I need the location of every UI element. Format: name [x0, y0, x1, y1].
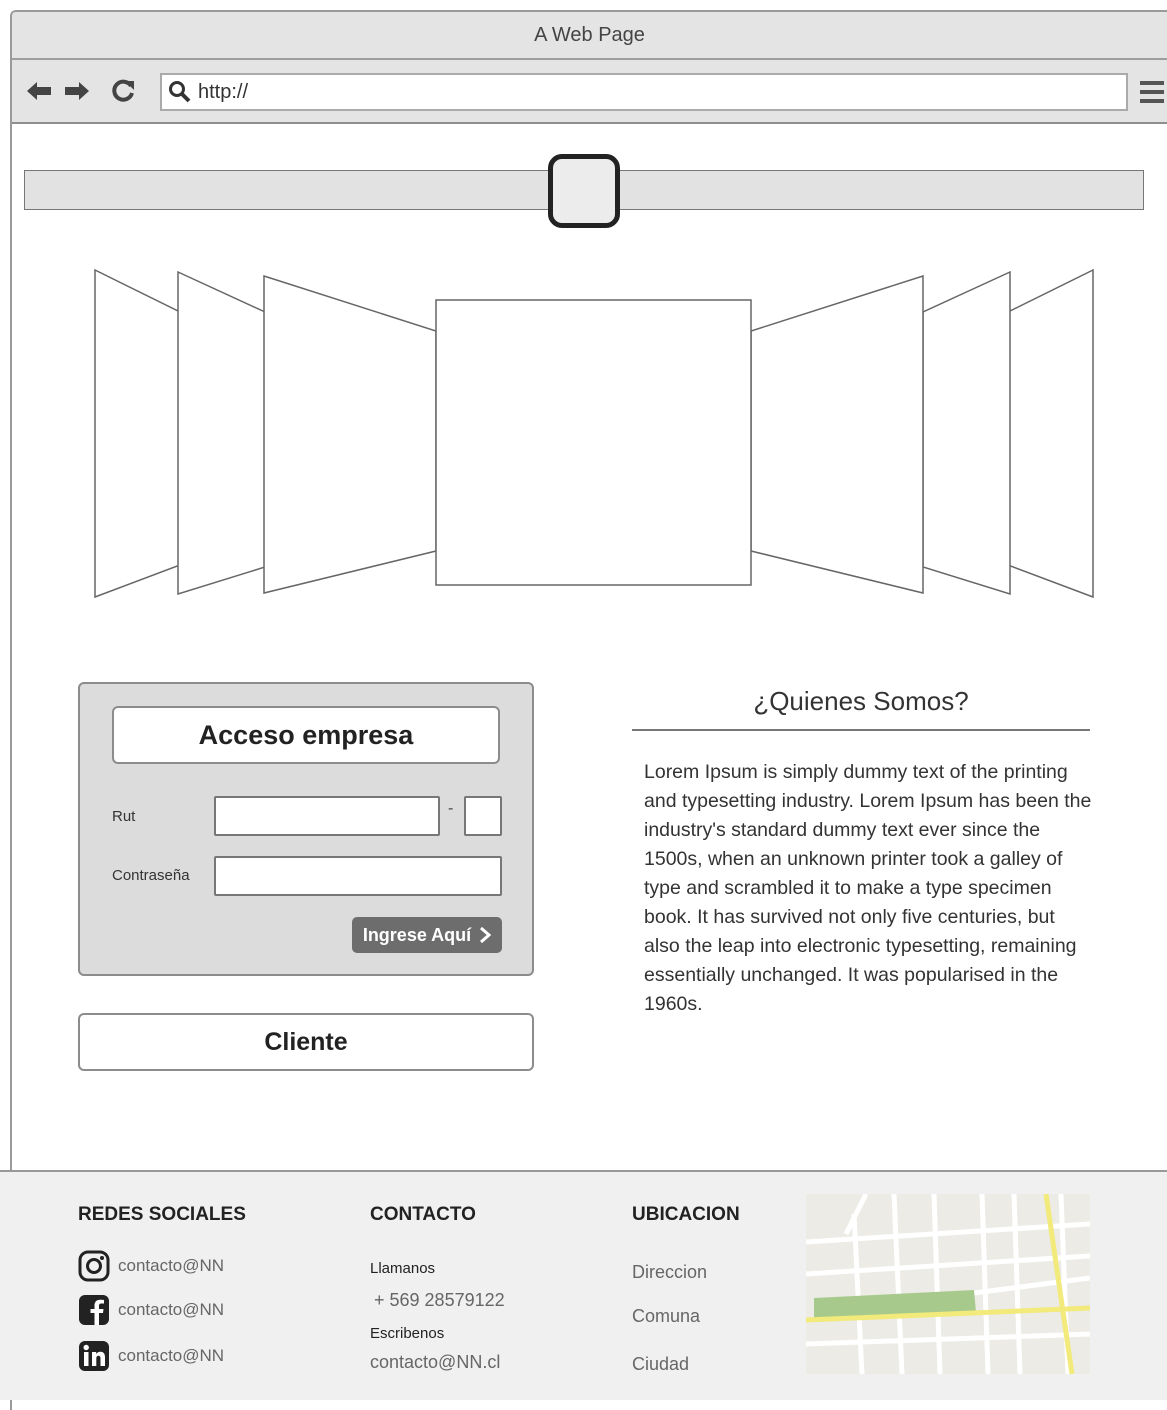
rut-label: Rut [112, 808, 136, 825]
carousel-image-left-1[interactable] [263, 274, 437, 594]
rut-input[interactable] [214, 796, 440, 836]
about-divider [632, 729, 1090, 731]
facebook-icon [79, 1295, 109, 1325]
cliente-button[interactable]: Cliente [78, 1013, 534, 1071]
phone-number[interactable]: + 569 28579122 [374, 1290, 505, 1311]
contact-heading: CONTACTO [370, 1204, 476, 1225]
social-heading: REDES SOCIALES [78, 1204, 246, 1225]
rut-separator: - [448, 800, 454, 817]
carousel-image-right-3[interactable] [1007, 268, 1094, 599]
company-login-panel: Acceso empresa Rut - Contraseña Ingrese … [78, 682, 534, 976]
address-text: Direccion [632, 1262, 708, 1282]
social-item-instagram[interactable]: contacto@NN [78, 1250, 224, 1282]
password-label: Contraseña [112, 867, 190, 884]
social-instagram-text: contacto@NN [118, 1256, 225, 1275]
rut-check-digit-input[interactable] [464, 796, 502, 836]
about-title: ¿Quienes Somos? [753, 686, 969, 716]
login-title: Acceso empresa [112, 706, 500, 764]
instagram-icon [78, 1250, 110, 1282]
social-item-facebook[interactable]: contacto@NN [78, 1294, 224, 1326]
about-text: Lorem Ipsum is simply dummy text of the … [644, 761, 1092, 1015]
contact-email[interactable]: contacto@NN.cl [370, 1352, 500, 1373]
social-facebook-text: contacto@NN [118, 1300, 225, 1319]
carousel-image-center[interactable] [435, 299, 752, 586]
social-linkedin-text: contacto@NN [118, 1346, 225, 1365]
location-map[interactable] [805, 1192, 1091, 1375]
city-text: Ciudad [632, 1354, 690, 1374]
carousel-image-right-2[interactable] [922, 270, 1011, 596]
login-submit-button[interactable]: Ingrese Aquí [352, 917, 502, 953]
carousel-image-right-1[interactable] [750, 274, 924, 594]
map-image [805, 1192, 1091, 1375]
comuna-text: Comuna [632, 1306, 701, 1326]
login-submit-label: Ingrese Aquí [362, 924, 472, 945]
password-input[interactable] [214, 856, 502, 896]
footer: REDES SOCIALES contacto@NN contacto@NN c… [0, 1170, 1167, 1400]
chevron-right-icon [480, 927, 492, 943]
carousel-image-left-2[interactable] [177, 270, 266, 596]
call-label: Llamanos [370, 1260, 436, 1277]
linkedin-icon [79, 1341, 109, 1371]
location-heading: UBICACION [632, 1204, 740, 1225]
write-label: Escribenos [370, 1325, 445, 1342]
carousel-image-left-3[interactable] [94, 268, 181, 599]
cover-flow-carousel [94, 268, 1094, 599]
social-item-linkedin[interactable]: contacto@NN [78, 1340, 224, 1372]
